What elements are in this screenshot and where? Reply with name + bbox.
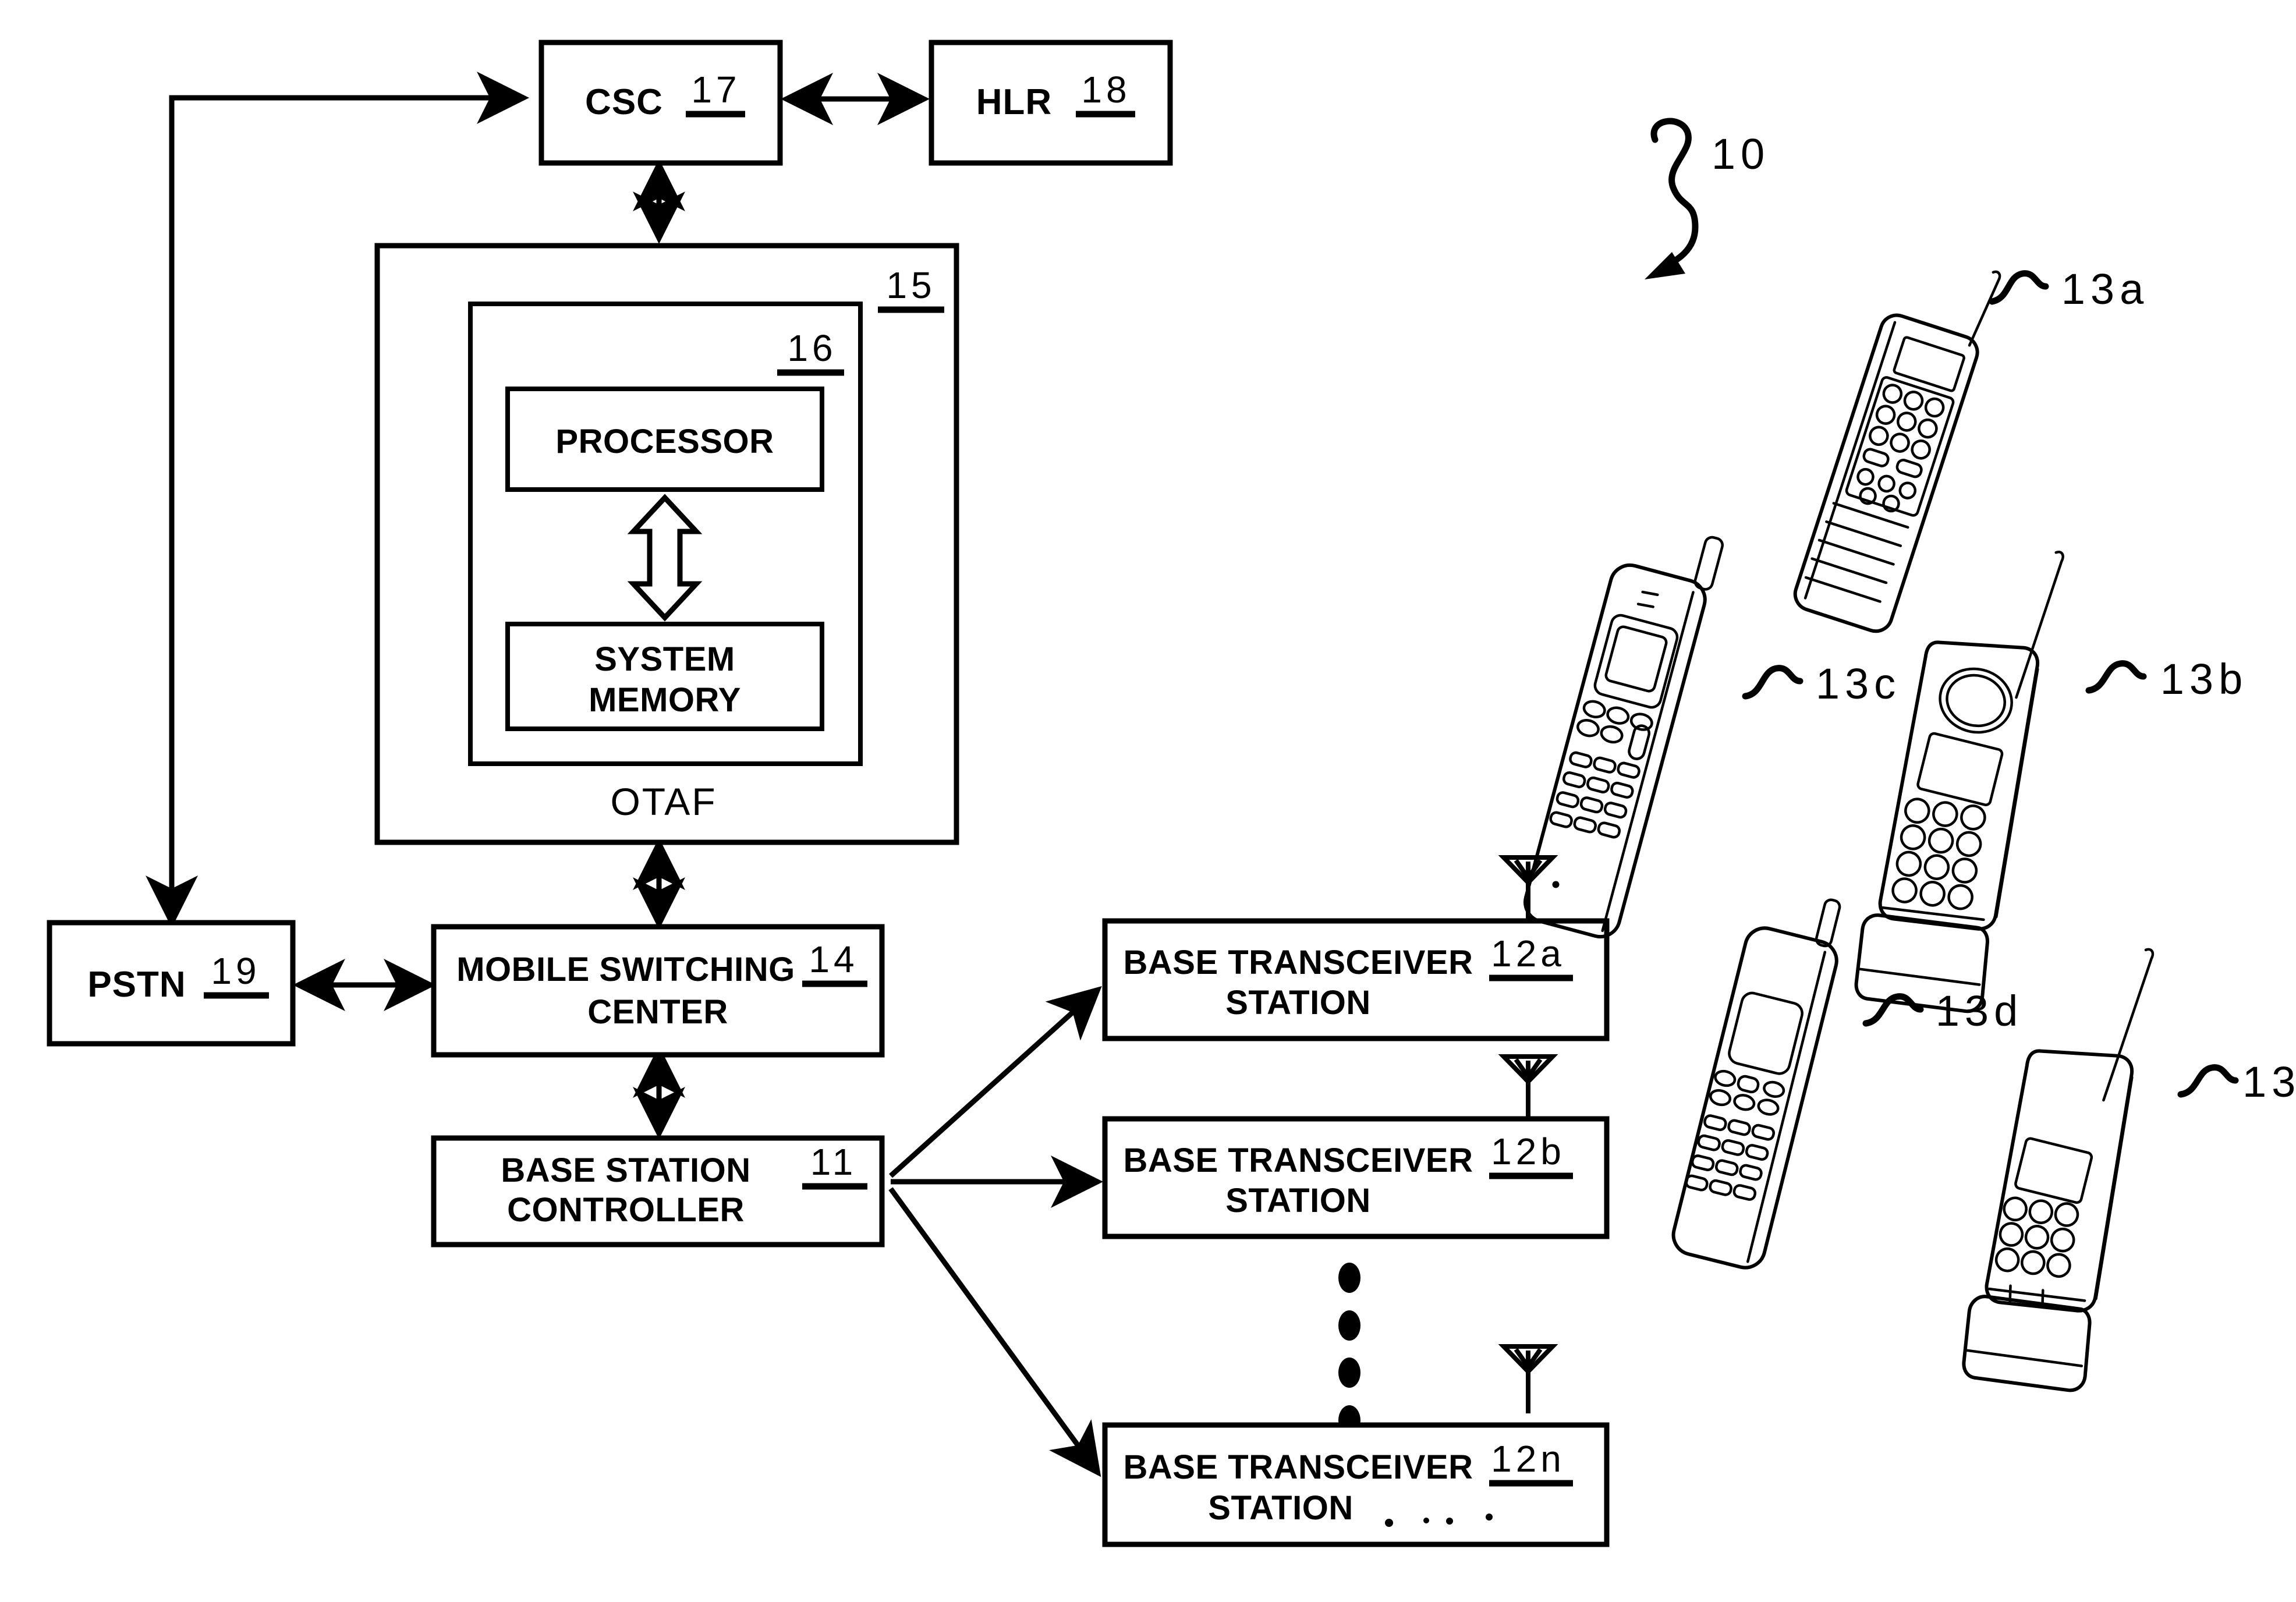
processor-label: PROCESSOR <box>555 423 774 460</box>
block-pstn[interactable]: PSTN 19 <box>47 920 296 1047</box>
bts-12a-label-1: BASE TRANSCEIVER <box>1124 944 1473 981</box>
mobile-station-13a-ref: 13a <box>2061 265 2149 313</box>
bts-12n-label-1: BASE TRANSCEIVER <box>1124 1448 1473 1486</box>
block-base-station-controller[interactable]: BASE STATION CONTROLLER 11 <box>431 1135 885 1247</box>
bts-12a-label-2: STATION <box>1225 984 1370 1022</box>
connector-bsc-bts-a <box>888 986 1102 1178</box>
bsc-label-2: CONTROLLER <box>507 1191 745 1229</box>
msc-label-2: CENTER <box>587 993 728 1031</box>
figure-ref-label: 10 <box>1712 130 1770 178</box>
mobile-station-13d-ref: 13d <box>1936 987 2023 1035</box>
msc-label-1: MOBILE SWITCHING <box>456 951 795 988</box>
mobile-station-13c-ref: 13c <box>1816 660 1901 708</box>
bts-12n-label-2: STATION <box>1208 1489 1353 1527</box>
pstn-label: PSTN <box>87 965 186 1005</box>
block-processor[interactable]: PROCESSOR <box>505 387 824 492</box>
block-system-memory[interactable]: SYSTEM MEMORY <box>505 622 824 731</box>
figure-reference-10: 10 <box>1645 118 1770 279</box>
msc-ref: 14 <box>809 938 858 980</box>
system-memory-label-2: MEMORY <box>589 681 741 719</box>
mobile-station-13b-ref: 13b <box>2160 655 2248 703</box>
bts-12n-ref: 12n <box>1491 1438 1565 1480</box>
bsc-ref: 11 <box>810 1141 857 1183</box>
hlr-ref: 18 <box>1081 69 1131 111</box>
bsc-label-1: BASE STATION <box>501 1151 750 1189</box>
mobile-station-13b[interactable]: 13b <box>1841 527 2248 1026</box>
mobile-station-13a[interactable]: 13a <box>1791 243 2149 636</box>
csc-label: CSC <box>585 82 663 122</box>
block-mobile-switching-center[interactable]: MOBILE SWITCHING CENTER 14 <box>431 924 885 1058</box>
pstn-ref: 19 <box>211 950 260 992</box>
mobile-station-13c[interactable]: 13c <box>1521 515 1901 942</box>
otaf-ref: 15 <box>886 264 936 306</box>
inner-unit-ref: 16 <box>787 327 837 369</box>
system-memory-label-1: SYSTEM <box>594 640 735 678</box>
bts-12a-ref: 12a <box>1491 933 1565 974</box>
figure-canvas: CSC 17 HLR 18 15 OTAF 16 PROCESSOR SYSTE… <box>47 40 2296 1547</box>
bts-12b-label-1: BASE TRANSCEIVER <box>1124 1142 1473 1179</box>
block-csc[interactable]: CSC 17 <box>538 40 783 166</box>
bts-12b-ref: 12b <box>1491 1130 1565 1172</box>
bts-12b-label-2: STATION <box>1225 1182 1370 1220</box>
patent-figure: CSC 17 HLR 18 15 OTAF 16 PROCESSOR SYSTE… <box>0 0 2296 1602</box>
block-base-transceiver-station-12a[interactable]: BASE TRANSCEIVER STATION 12a <box>1102 855 1610 1041</box>
mobile-station-13d[interactable]: 13d <box>1669 882 2023 1271</box>
mobile-station-13e-ref: 13e <box>2242 1058 2296 1106</box>
hlr-label: HLR <box>976 82 1052 122</box>
antenna-icon-12n <box>1498 1344 1558 1413</box>
block-base-transceiver-station-12b[interactable]: BASE TRANSCEIVER STATION 12b <box>1102 1054 1610 1239</box>
otaf-label: OTAF <box>610 780 717 823</box>
block-hlr[interactable]: HLR 18 <box>929 40 1173 166</box>
connector-bsc-bts-n <box>888 1187 1101 1477</box>
antenna-icon-12b <box>1498 1054 1558 1121</box>
csc-ref: 17 <box>691 69 740 111</box>
